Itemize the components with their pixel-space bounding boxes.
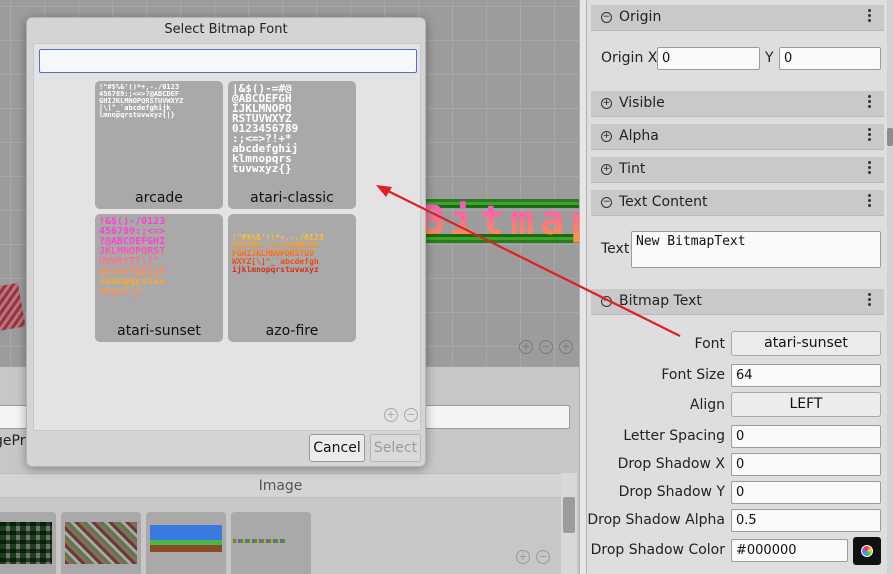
kebab-menu-icon[interactable] bbox=[868, 161, 872, 177]
drop-shadow-alpha-label: Drop Shadow Alpha bbox=[587, 512, 725, 528]
font-size-label: Font Size bbox=[661, 367, 725, 383]
assets-tab-label[interactable]: gePr bbox=[0, 433, 25, 449]
origin-x-input[interactable] bbox=[657, 47, 760, 70]
font-preview: !"#$%&'()*+,-./0123 456789:;<=>?@ABCDE F… bbox=[232, 234, 352, 278]
color-wheel-icon bbox=[861, 545, 873, 557]
align-button[interactable]: LEFT bbox=[731, 392, 881, 417]
origin-y-input[interactable] bbox=[779, 47, 881, 70]
drop-shadow-y-label: Drop Shadow Y bbox=[618, 484, 725, 500]
text-label: Text bbox=[601, 241, 630, 257]
dialog-title: Select Bitmap Font bbox=[164, 22, 288, 37]
font-tile-atari-sunset[interactable]: !&$()-/0123 456789:;<=> ?@ABCDEFGHI JKLM… bbox=[95, 214, 223, 342]
section-title: Text Content bbox=[619, 194, 708, 210]
font-tile-atari-classic[interactable]: |&$()-=#@ @ABCDEFGH IJKLMNOPQ RSTUVWXYZ … bbox=[228, 81, 356, 209]
drop-shadow-alpha-input[interactable] bbox=[731, 509, 881, 532]
section-tint[interactable]: + Tint bbox=[591, 157, 884, 183]
expand-icon[interactable]: + bbox=[601, 131, 612, 142]
font-size-input[interactable] bbox=[731, 364, 881, 387]
kebab-menu-icon[interactable] bbox=[868, 293, 872, 309]
drop-shadow-color-label: Drop Shadow Color bbox=[590, 542, 725, 558]
color-picker-button[interactable] bbox=[853, 537, 881, 565]
font-preview: !&$()-/0123 456789:;<=> ?@ABCDEFGHI JKLM… bbox=[99, 217, 219, 309]
collapse-icon[interactable]: − bbox=[601, 197, 612, 208]
kebab-menu-icon[interactable] bbox=[868, 128, 872, 144]
asset-thumbnail-image bbox=[65, 522, 137, 564]
zoom-reset-icon[interactable]: + bbox=[559, 340, 573, 354]
section-title: Tint bbox=[619, 161, 646, 177]
kebab-menu-icon[interactable] bbox=[868, 95, 872, 111]
asset-thumbnail[interactable] bbox=[146, 512, 226, 574]
font-name: azo-fire bbox=[265, 323, 319, 339]
select-bitmap-font-dialog: Select Bitmap Font !"#$%&'()*+,-./0123 4… bbox=[26, 17, 426, 467]
drop-shadow-y-input[interactable] bbox=[731, 481, 881, 504]
font-name: arcade bbox=[135, 190, 183, 206]
select-button[interactable]: Select bbox=[370, 434, 421, 462]
asset-thumbnail-image bbox=[233, 539, 285, 543]
drop-shadow-x-label: Drop Shadow X bbox=[617, 456, 725, 472]
font-tile-azo-fire[interactable]: !"#$%&'()*+,-./0123 456789:;<=>?@ABCDE F… bbox=[228, 214, 356, 342]
assets-zoom-in-icon[interactable]: + bbox=[516, 550, 530, 564]
assets-scrollbar[interactable] bbox=[561, 473, 577, 574]
collapse-icon[interactable]: − bbox=[601, 296, 612, 307]
assets-section-header[interactable]: Image bbox=[0, 473, 561, 498]
font-search-input[interactable] bbox=[39, 49, 417, 73]
origin-x-label: Origin X bbox=[601, 50, 658, 66]
font-name: atari-classic bbox=[250, 190, 334, 206]
section-title: Visible bbox=[619, 95, 665, 111]
asset-thumbnail[interactable] bbox=[231, 512, 311, 574]
scene-sprite[interactable] bbox=[0, 282, 26, 334]
font-preview: !"#$%&'()*+,-./0123 456789:;<=>?@ABCDEF … bbox=[99, 84, 184, 119]
zoom-in-icon[interactable]: + bbox=[519, 340, 533, 354]
text-content-textarea[interactable]: New BitmapText bbox=[631, 231, 881, 268]
dialog-zoom-out-icon[interactable]: − bbox=[404, 408, 418, 422]
assets-scrollbar-thumb[interactable] bbox=[563, 497, 575, 533]
section-text-content[interactable]: − Text Content bbox=[591, 190, 884, 216]
section-bitmap-text[interactable]: − Bitmap Text bbox=[591, 289, 884, 315]
kebab-menu-icon[interactable] bbox=[868, 9, 872, 25]
origin-y-label: Y bbox=[765, 50, 774, 66]
font-tile-arcade[interactable]: !"#$%&'()*+,-./0123 456789:;<=>?@ABCDEF … bbox=[95, 81, 223, 209]
asset-thumbnail[interactable] bbox=[61, 512, 141, 574]
drop-shadow-color-input[interactable] bbox=[731, 539, 848, 562]
expand-icon[interactable]: + bbox=[601, 98, 612, 109]
zoom-out-icon[interactable]: − bbox=[539, 340, 553, 354]
expand-icon[interactable]: + bbox=[601, 164, 612, 175]
letter-spacing-label: Letter Spacing bbox=[623, 428, 725, 444]
font-select-button[interactable]: atari-sunset bbox=[731, 331, 881, 356]
assets-zoom-out-icon[interactable]: − bbox=[536, 550, 550, 564]
asset-thumbnail[interactable] bbox=[0, 512, 56, 574]
section-origin[interactable]: − Origin bbox=[591, 5, 884, 31]
dialog-body: !"#$%&'()*+,-./0123 456789:;<=>?@ABCDEF … bbox=[33, 43, 421, 431]
dialog-zoom-in-icon[interactable]: + bbox=[384, 408, 398, 422]
inspector-scrollbar[interactable] bbox=[887, 0, 893, 574]
section-visible[interactable]: + Visible bbox=[591, 91, 884, 117]
section-alpha[interactable]: + Alpha bbox=[591, 124, 884, 150]
drop-shadow-x-input[interactable] bbox=[731, 453, 881, 476]
cancel-button[interactable]: Cancel bbox=[309, 434, 365, 462]
kebab-menu-icon[interactable] bbox=[868, 194, 872, 210]
letter-spacing-input[interactable] bbox=[731, 425, 881, 448]
collapse-icon[interactable]: − bbox=[601, 12, 612, 23]
font-label: Font bbox=[694, 336, 725, 352]
font-preview: |&$()-=#@ @ABCDEFGH IJKLMNOPQ RSTUVWXYZ … bbox=[232, 84, 299, 175]
asset-thumbnail-image bbox=[0, 522, 52, 564]
section-title: Alpha bbox=[619, 128, 659, 144]
asset-thumbnail-image bbox=[150, 525, 222, 552]
inspector-scrollbar-thumb[interactable] bbox=[887, 128, 893, 146]
inspector-panel: − Origin Origin X Y + Visible + Alpha + … bbox=[587, 0, 893, 574]
panel-splitter[interactable] bbox=[579, 0, 587, 574]
scene-bitmap-text[interactable]: BitmapTe bbox=[420, 198, 579, 244]
section-title: Origin bbox=[619, 9, 662, 25]
font-name: atari-sunset bbox=[117, 323, 201, 339]
section-title: Bitmap Text bbox=[619, 293, 702, 309]
align-label: Align bbox=[689, 397, 725, 413]
